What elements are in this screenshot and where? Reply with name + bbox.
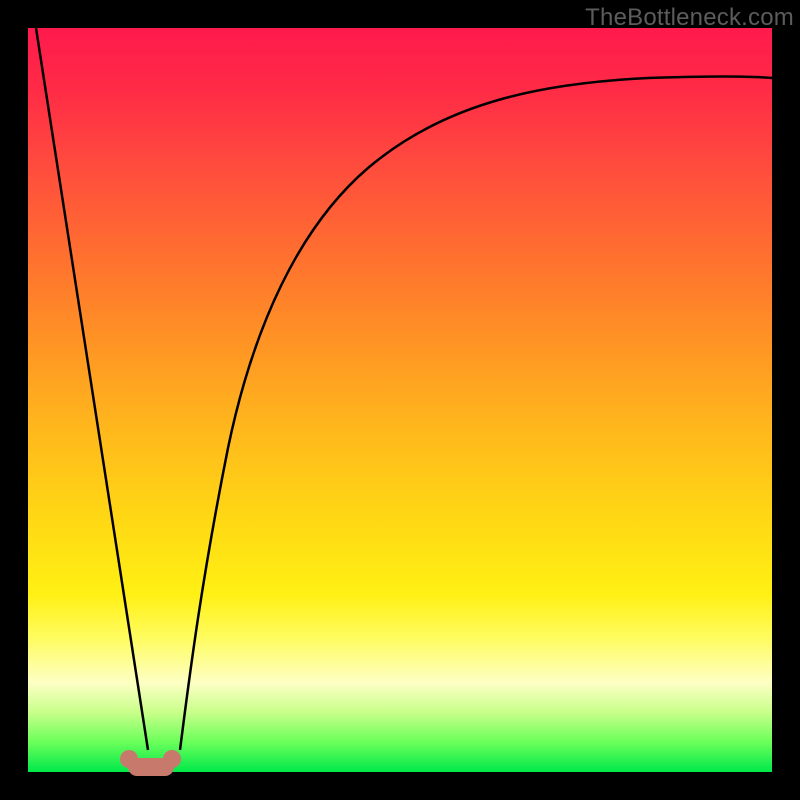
chart-curves	[28, 28, 772, 772]
left-falling-line	[36, 28, 148, 750]
min-marker-bar	[128, 758, 174, 776]
right-rising-curve	[180, 77, 772, 751]
